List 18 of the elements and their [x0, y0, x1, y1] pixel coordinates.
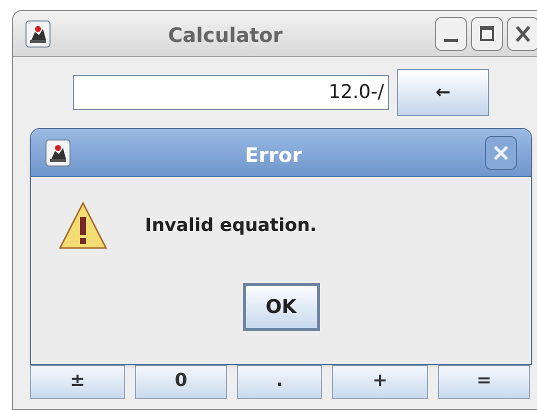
error-message: Invalid equation.: [145, 214, 317, 238]
keypad-button[interactable]: =: [438, 365, 530, 399]
dialog-title: Error: [245, 142, 302, 169]
keypad-button[interactable]: .: [237, 365, 322, 399]
minimize-icon[interactable]: [435, 16, 467, 50]
app-icon: [45, 138, 71, 166]
ok-button[interactable]: OK: [242, 283, 320, 331]
keypad-button[interactable]: ±: [30, 365, 125, 399]
close-icon[interactable]: [507, 16, 537, 50]
maximize-icon[interactable]: [471, 16, 503, 50]
app-icon: [25, 20, 51, 48]
window-title: Calculator: [168, 22, 283, 49]
keypad-button[interactable]: +: [332, 365, 428, 399]
backspace-button[interactable]: ←: [397, 69, 489, 116]
warning-icon: [58, 200, 108, 250]
close-icon[interactable]: [485, 136, 517, 170]
keypad-button[interactable]: 0: [135, 365, 227, 399]
display-field[interactable]: 12.0-/: [73, 75, 389, 110]
